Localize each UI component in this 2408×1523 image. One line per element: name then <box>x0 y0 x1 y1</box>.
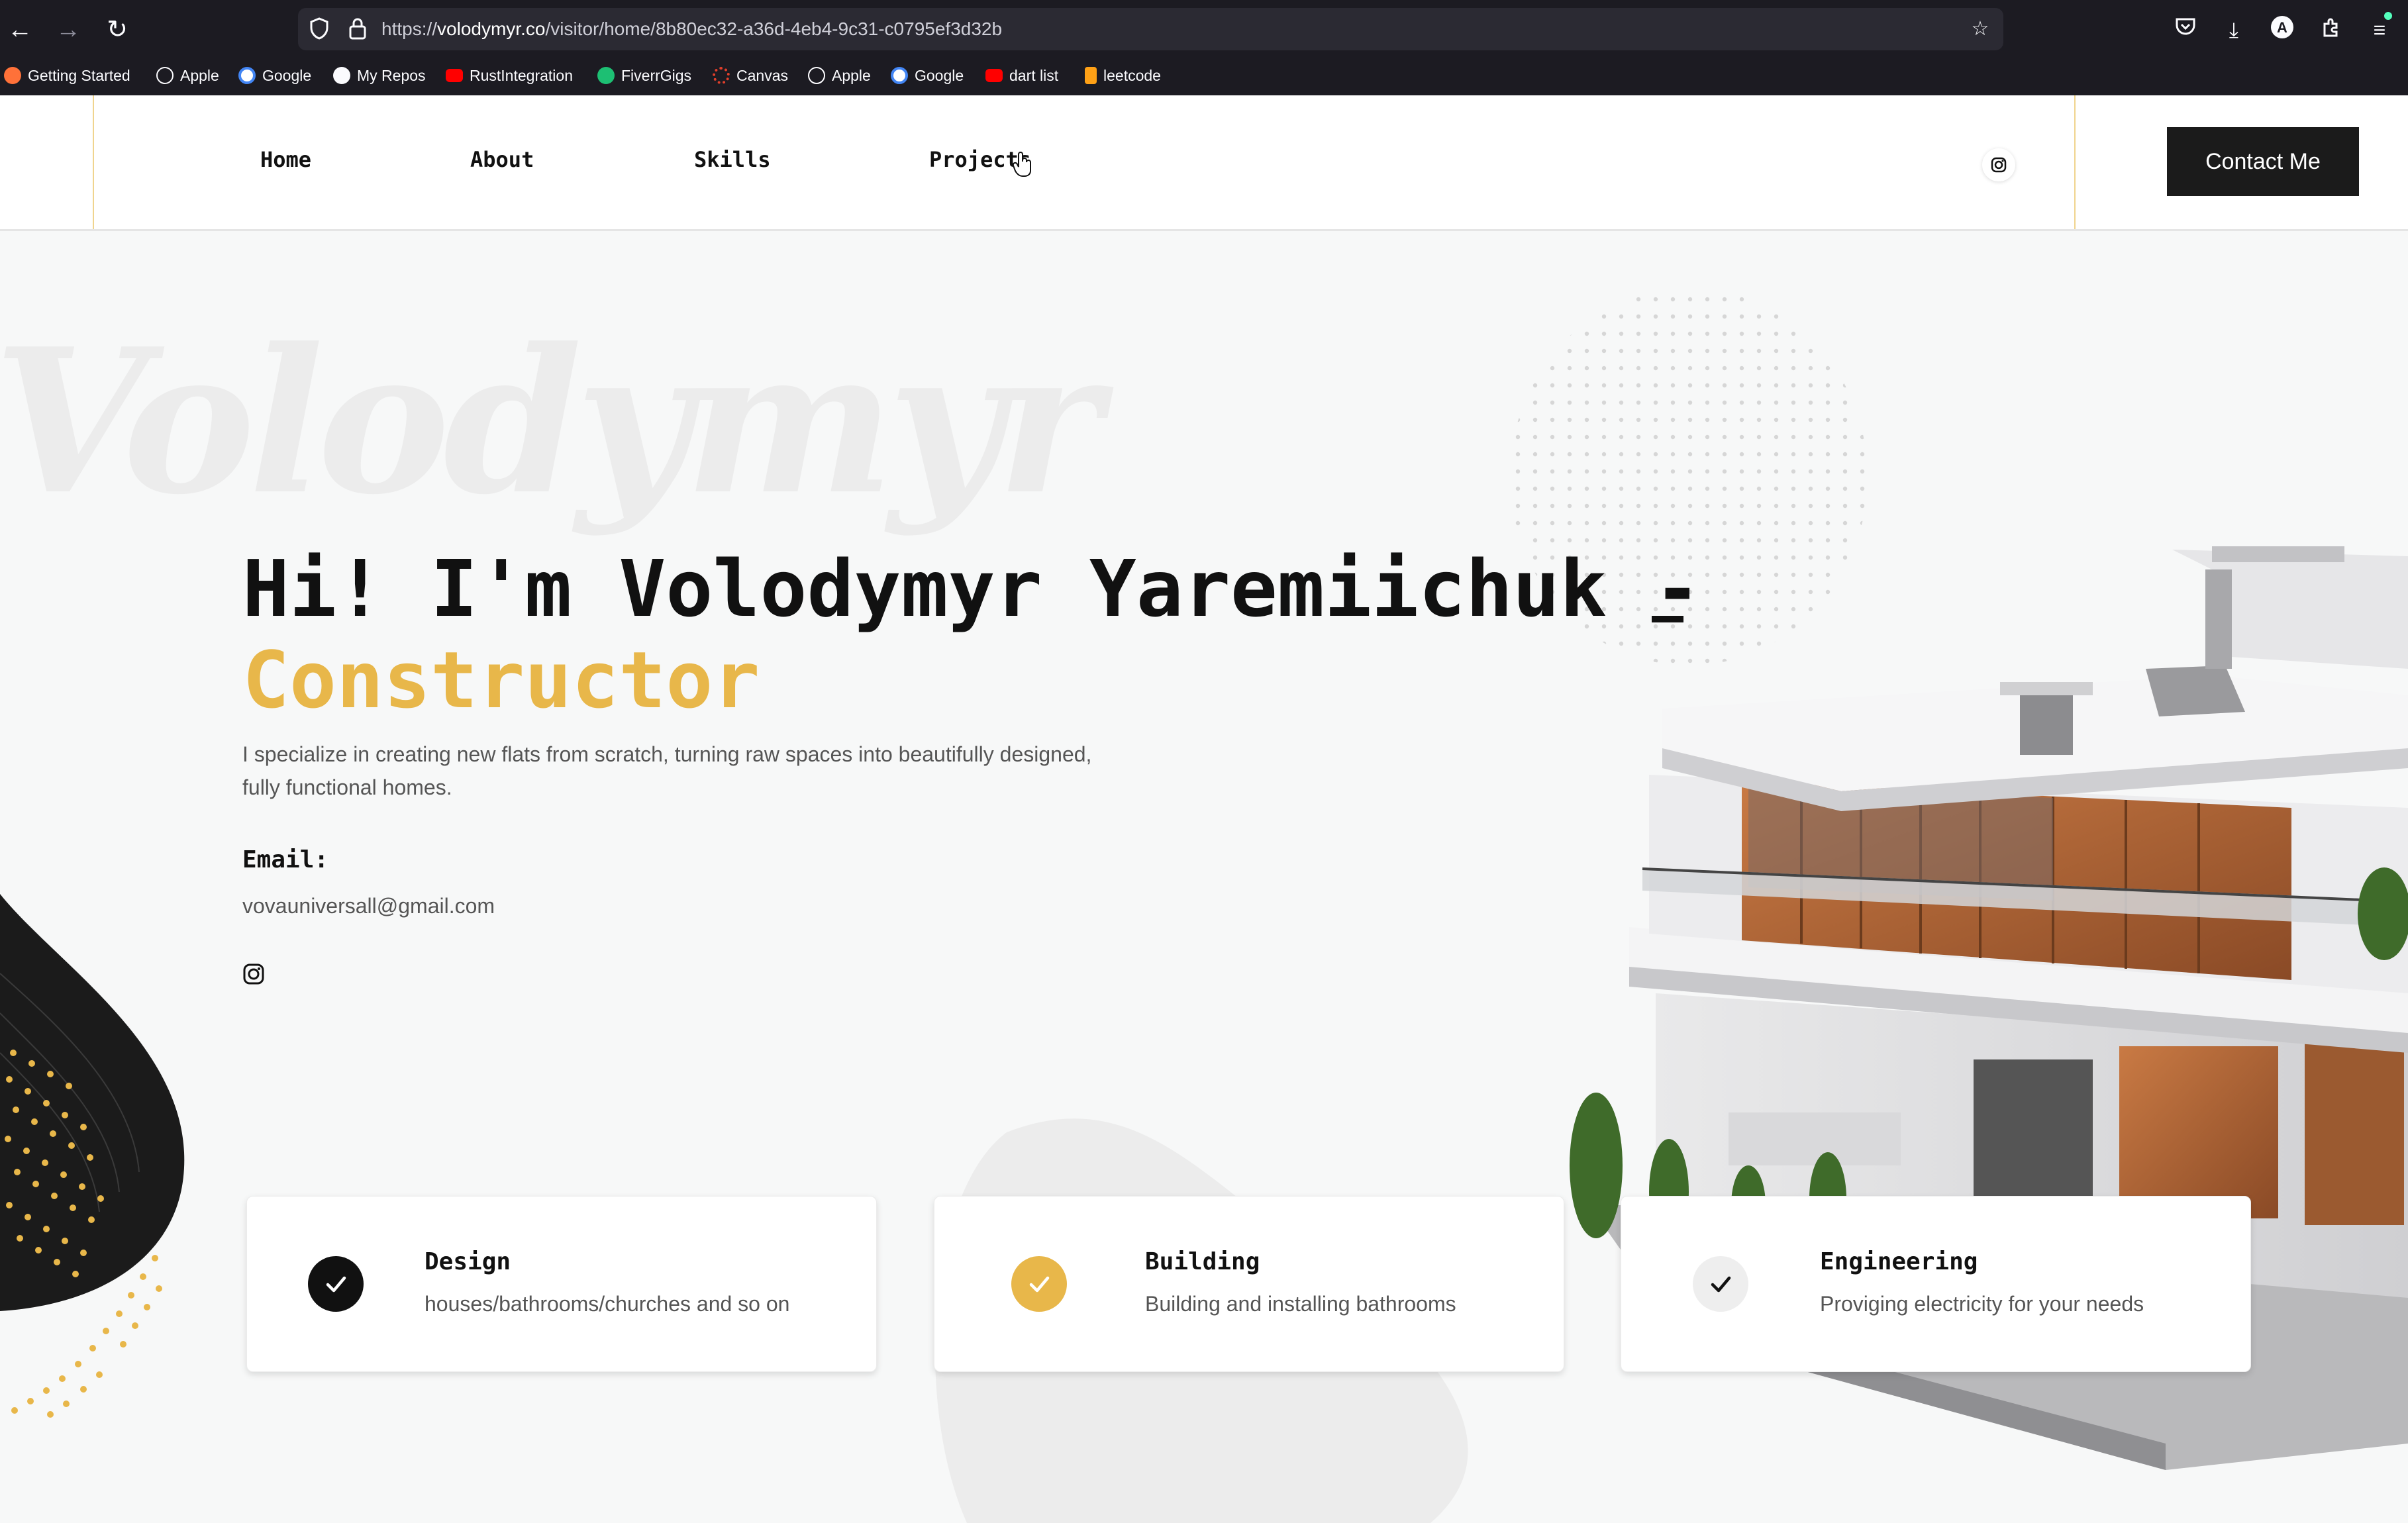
account-icon[interactable]: A <box>2267 15 2297 45</box>
download-icon[interactable]: ⤓ <box>2219 15 2249 45</box>
hero-greeting: Hi! I'm Volodymyr Yaremiichuk - <box>242 543 1701 634</box>
contact-me-button[interactable]: Contact Me <box>2167 127 2359 196</box>
github-icon <box>333 66 350 84</box>
service-card-building: Building Building and installing bathroo… <box>934 1196 1564 1372</box>
bookmark-my-repos[interactable]: My Repos <box>333 62 426 89</box>
bookmark-rustintegration[interactable]: RustIntegration <box>446 62 573 89</box>
email-label: Email: <box>242 846 329 873</box>
forward-icon[interactable]: → <box>52 13 85 46</box>
typing-cursor <box>1652 616 1683 622</box>
hero-description: I specialize in creating new flats from … <box>242 742 1092 799</box>
globe-icon <box>808 66 825 84</box>
bookmark-apple[interactable]: Apple <box>156 62 219 89</box>
bookmarks-bar: Getting Started Apple Google My Repos Ru… <box>0 62 2408 89</box>
nav-skills[interactable]: Skills <box>694 147 771 172</box>
back-icon[interactable]: ← <box>3 13 36 46</box>
leetcode-icon <box>1085 66 1097 84</box>
youtube-icon <box>985 68 1003 82</box>
address-bar[interactable]: https://volodymyr.co/visitor/home/8b80ec… <box>298 8 2003 50</box>
nav-about[interactable]: About <box>470 147 534 172</box>
reload-icon[interactable]: ↻ <box>101 13 134 46</box>
canvas-icon <box>713 66 730 84</box>
firefox-icon <box>4 66 21 84</box>
service-description: houses/bathrooms/churches and so on <box>425 1292 790 1316</box>
email-address[interactable]: vovauniversall@gmail.com <box>242 894 495 918</box>
url-text[interactable]: https://volodymyr.co/visitor/home/8b80ec… <box>381 8 1002 50</box>
decorative-swoosh <box>0 894 185 1418</box>
youtube-icon <box>446 68 463 82</box>
check-icon <box>1693 1256 1748 1312</box>
bookmark-leetcode[interactable]: leetcode <box>1085 62 1161 89</box>
bookmark-google-2[interactable]: Google <box>891 62 964 89</box>
service-title: Design <box>425 1248 511 1275</box>
nav-home[interactable]: Home <box>260 147 312 172</box>
hero-role: Constructor <box>242 634 760 726</box>
bookmark-canvas[interactable]: Canvas <box>713 62 788 89</box>
hand-cursor-icon <box>1012 151 1034 181</box>
service-description: Proviging electricity for your needs <box>1820 1292 2144 1316</box>
header-divider <box>2074 95 2076 229</box>
svg-text:A: A <box>2277 19 2287 36</box>
hero-title: Hi! I'm Volodymyr Yaremiichuk - Construc… <box>242 543 1701 726</box>
check-icon <box>308 1256 364 1312</box>
pocket-icon[interactable] <box>2170 15 2201 45</box>
header-divider <box>93 95 94 229</box>
update-dot <box>2384 12 2392 20</box>
instagram-icon[interactable] <box>1982 148 2015 181</box>
shield-icon[interactable] <box>307 17 331 41</box>
service-title: Engineering <box>1820 1248 1978 1275</box>
bookmark-google[interactable]: Google <box>238 62 311 89</box>
service-description: Building and installing bathrooms <box>1145 1292 1456 1316</box>
service-card-engineering: Engineering Proviging electricity for yo… <box>1621 1196 2251 1372</box>
browser-chrome: ← → ↻ https://volodymyr.co/visitor/home/… <box>0 0 2408 95</box>
service-card-design: Design houses/bathrooms/churches and so … <box>246 1196 877 1372</box>
bookmark-apple-2[interactable]: Apple <box>808 62 871 89</box>
bookmark-fivergigs[interactable]: FiverrGigs <box>597 62 691 89</box>
site-header: Home About Skills Projects Contact Me <box>0 95 2408 231</box>
google-icon <box>238 66 256 84</box>
globe-icon <box>156 66 174 84</box>
fiverr-icon <box>597 66 615 84</box>
instagram-icon[interactable] <box>242 963 265 985</box>
lock-icon[interactable] <box>346 17 370 41</box>
extensions-icon[interactable] <box>2316 15 2346 45</box>
bookmark-dart-list[interactable]: dart list <box>985 62 1058 89</box>
check-icon <box>1011 1256 1067 1312</box>
bookmark-getting-started[interactable]: Getting Started <box>4 62 130 89</box>
google-icon <box>891 66 908 84</box>
service-title: Building <box>1145 1248 1260 1275</box>
browser-toolbar: ← → ↻ https://volodymyr.co/visitor/home/… <box>0 0 2408 60</box>
bookmark-star-icon[interactable]: ☆ <box>1968 17 1992 41</box>
name-watermark: Volodymyr <box>0 305 1101 538</box>
